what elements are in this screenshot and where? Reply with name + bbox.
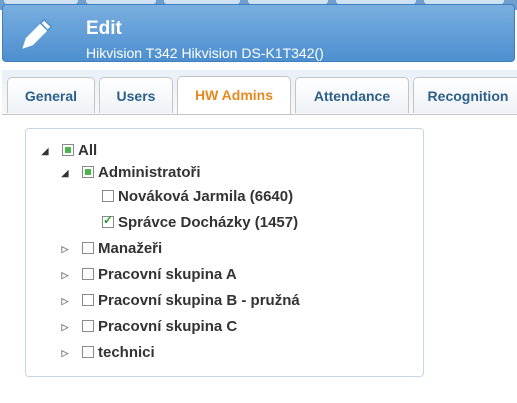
- expand-arrow-icon[interactable]: ▷: [60, 244, 70, 254]
- tree-label: Manažeři: [98, 240, 163, 257]
- collapse-arrow-icon[interactable]: ◢: [60, 168, 70, 178]
- checkbox-user[interactable]: [102, 190, 114, 202]
- tree-label: All: [78, 142, 98, 159]
- tree-label: Nováková Jarmila (6640): [118, 188, 294, 205]
- checkbox-group[interactable]: [82, 346, 94, 358]
- tab-users[interactable]: Users: [99, 77, 173, 113]
- dialog-title: Edit: [86, 18, 122, 39]
- expand-arrow-icon[interactable]: ▷: [60, 296, 70, 306]
- tree-label: Pracovní skupina B - pružná: [98, 292, 300, 309]
- checkbox-group[interactable]: [82, 242, 94, 254]
- tree-label: Pracovní skupina C: [98, 318, 238, 335]
- tab-hw-admins[interactable]: HW Admins: [177, 76, 291, 114]
- tab-recognition[interactable]: Recognition: [413, 77, 517, 113]
- checkbox-user[interactable]: [102, 213, 114, 228]
- admin-tree-panel: ◢ All ◢ Administratoři Nováková Jarmila …: [25, 128, 424, 377]
- checkbox-group[interactable]: [82, 268, 94, 280]
- tab-attendance[interactable]: Attendance: [295, 77, 409, 113]
- tree-label: Administratoři: [98, 164, 201, 181]
- tree-label: Pracovní skupina A: [98, 266, 237, 283]
- tree-label: technici: [98, 344, 155, 361]
- expand-arrow-icon[interactable]: ▷: [60, 348, 70, 358]
- tree-label: Správce Docházky (1457): [118, 214, 299, 231]
- checkbox-all[interactable]: [62, 144, 74, 156]
- tab-general[interactable]: General: [7, 77, 95, 113]
- expand-arrow-icon[interactable]: ▷: [60, 322, 70, 332]
- tab-bar: General Users HW Admins Attendance Recog…: [2, 70, 517, 115]
- dialog-header: Edit Hikvision T342 Hikvision DS-K1T342(…: [2, 4, 515, 62]
- checkbox-group[interactable]: [82, 320, 94, 332]
- collapse-arrow-icon[interactable]: ◢: [40, 146, 50, 156]
- checkbox-group[interactable]: [82, 166, 94, 178]
- expand-arrow-icon[interactable]: ▷: [60, 270, 70, 280]
- pencil-icon: [22, 18, 53, 49]
- checkbox-group[interactable]: [82, 294, 94, 306]
- dialog-subtitle: Hikvision T342 Hikvision DS-K1T342(): [86, 45, 324, 61]
